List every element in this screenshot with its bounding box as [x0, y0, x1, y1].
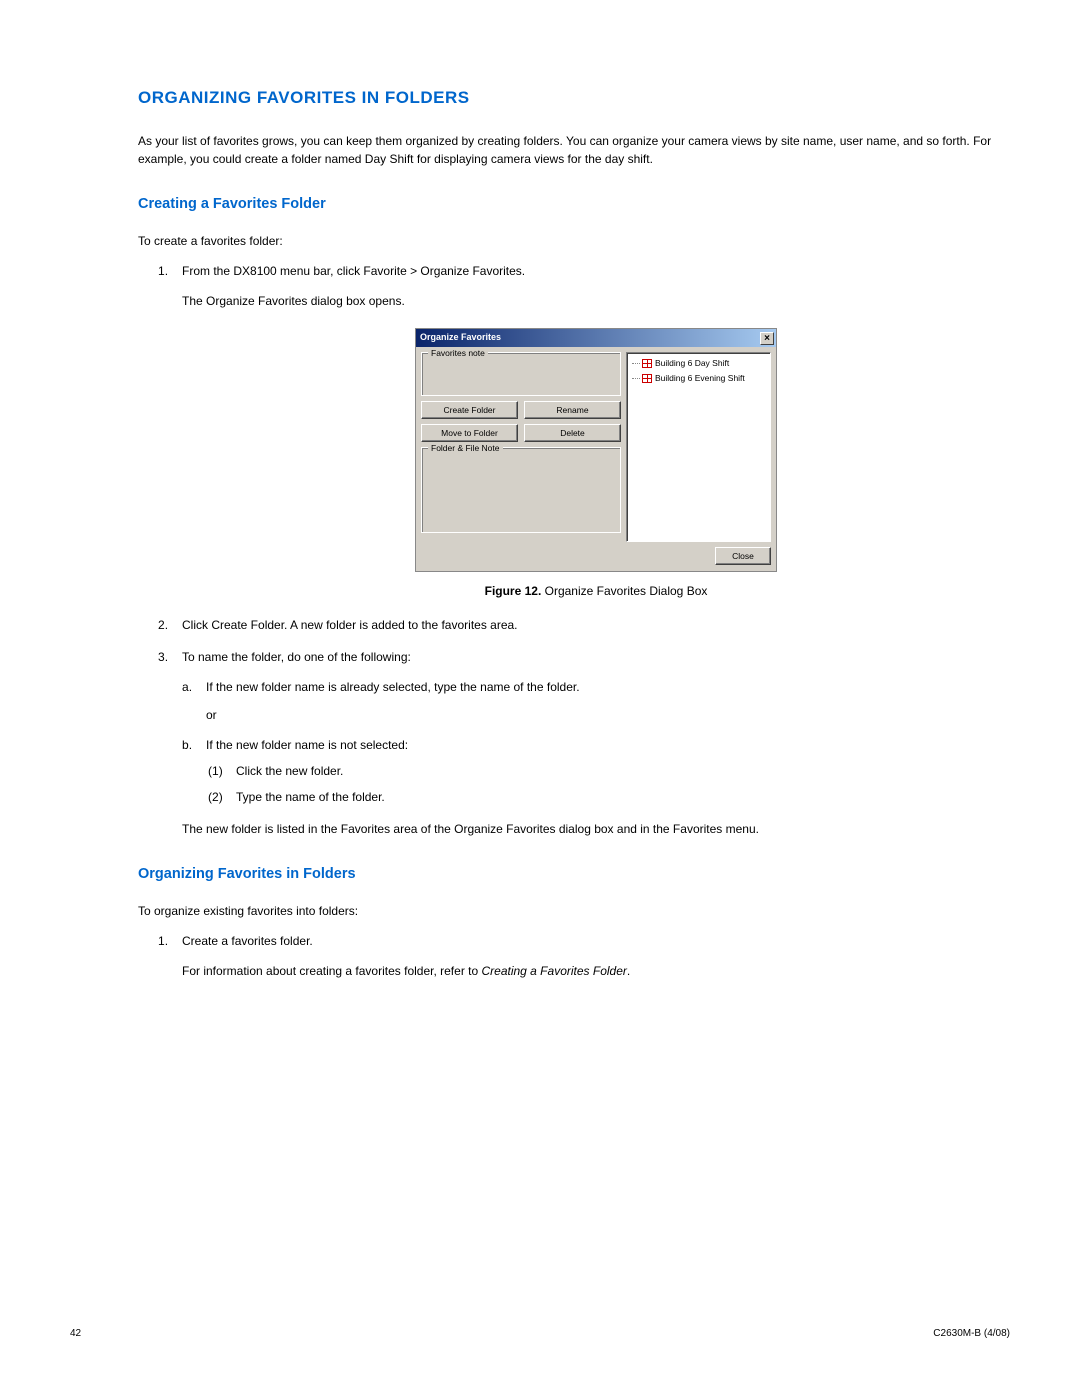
close-button[interactable]: Close [715, 547, 771, 565]
org-step-1-sub-em: Creating a Favorites Folder [481, 964, 626, 978]
step-3: To name the folder, do one of the follow… [182, 648, 1010, 838]
tree-item[interactable]: Building 6 Day Shift [642, 357, 767, 370]
org-step-1-text: Create a favorites folder. [182, 934, 313, 948]
heading-creating-folder: Creating a Favorites Folder [138, 196, 1010, 212]
org-step-1-sub: For information about creating a favorit… [182, 962, 1010, 980]
page-number: 42 [70, 1328, 81, 1339]
step-3-end: The new folder is listed in the Favorite… [182, 820, 1010, 838]
favorites-tree[interactable]: Building 6 Day Shift Building 6 Evening … [626, 352, 771, 542]
grid-icon [642, 374, 652, 383]
step-3b-1: Click the new folder. [236, 762, 1010, 780]
heading-organizing-in-folders: Organizing Favorites in Folders [138, 866, 1010, 882]
grid-icon [642, 359, 652, 368]
figure-label-bold: Figure 12. [485, 584, 542, 598]
close-icon[interactable]: × [760, 332, 774, 345]
step-3a: If the new folder name is already select… [206, 678, 1010, 724]
tree-item-label: Building 6 Evening Shift [655, 372, 745, 385]
folder-file-note-label: Folder & File Note [428, 442, 503, 455]
org-step-1: Create a favorites folder. For informati… [182, 932, 1010, 980]
step-2: Click Create Folder. A new folder is add… [182, 616, 1010, 634]
org-step-1-sub-pre: For information about creating a favorit… [182, 964, 481, 978]
step-3b-2: Type the name of the folder. [236, 788, 1010, 806]
create-folder-button[interactable]: Create Folder [421, 401, 518, 419]
heading-organizing-favorites: ORGANIZING FAVORITES IN FOLDERS [138, 88, 1010, 108]
figure-caption: Figure 12. Organize Favorites Dialog Box [182, 582, 1010, 600]
dialog-titlebar: Organize Favorites × [416, 329, 776, 347]
delete-button[interactable]: Delete [524, 424, 621, 442]
step-1-text: From the DX8100 menu bar, click Favorite… [182, 264, 525, 278]
step-3b: If the new folder name is not selected: … [206, 736, 1010, 806]
doc-id: C2630M-B (4/08) [933, 1328, 1010, 1339]
step-3a-text: If the new folder name is already select… [206, 680, 580, 694]
step-3b-text: If the new folder name is not selected: [206, 738, 408, 752]
dialog-title: Organize Favorites [420, 331, 501, 345]
folder-file-note-group: Folder & File Note [421, 447, 621, 533]
favorites-note-label: Favorites note [428, 347, 488, 360]
tree-item[interactable]: Building 6 Evening Shift [642, 372, 767, 385]
creating-folder-lead: To create a favorites folder: [138, 232, 1010, 250]
step-1-sub: The Organize Favorites dialog box opens. [182, 292, 1010, 310]
organizing-lead: To organize existing favorites into fold… [138, 902, 1010, 920]
organize-favorites-dialog: Organize Favorites × Favorites note Crea… [415, 328, 777, 572]
intro-paragraph: As your list of favorites grows, you can… [138, 132, 1010, 168]
org-step-1-sub-post: . [627, 964, 630, 978]
step-3-text: To name the folder, do one of the follow… [182, 650, 411, 664]
rename-button[interactable]: Rename [524, 401, 621, 419]
step-3a-or: or [206, 706, 1010, 724]
figure-label-rest: Organize Favorites Dialog Box [541, 584, 707, 598]
tree-item-label: Building 6 Day Shift [655, 357, 729, 370]
step-1: From the DX8100 menu bar, click Favorite… [182, 262, 1010, 600]
move-to-folder-button[interactable]: Move to Folder [421, 424, 518, 442]
favorites-note-group: Favorites note [421, 352, 621, 396]
